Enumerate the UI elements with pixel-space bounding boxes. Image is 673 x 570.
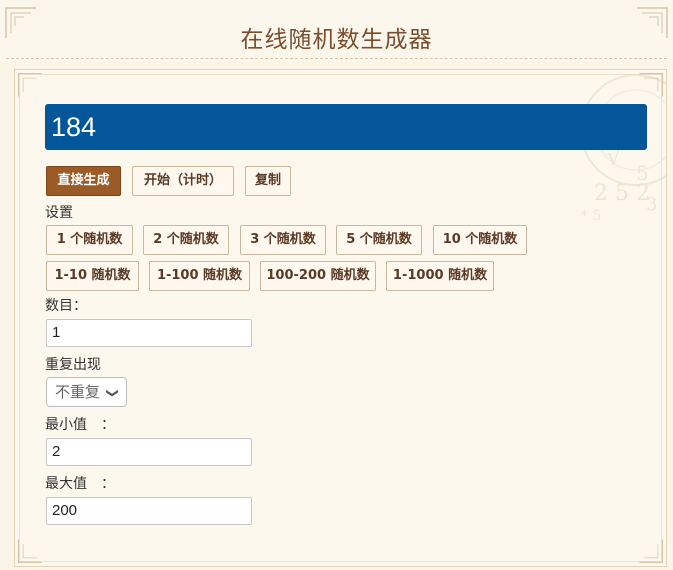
preset-range-1-100-button[interactable]: 1-100 随机数	[149, 261, 250, 291]
copy-button[interactable]: 复制	[245, 166, 291, 196]
preset-count-1-button[interactable]: 1 个随机数	[46, 225, 133, 255]
repeat-select[interactable]: 不重复 ❯	[46, 377, 127, 407]
corner-ornament-icon	[638, 538, 664, 564]
repeat-label: 重复出现	[45, 357, 101, 373]
page: 在线随机数生成器 2 5 2 √ 5 * 5 3 184 直接生成 开始（计时）…	[0, 0, 673, 570]
corner-ornament-icon	[17, 538, 43, 564]
chevron-down-icon: ❯	[105, 387, 120, 399]
min-label: 最小值 ：	[45, 417, 115, 433]
preset-count-5-button[interactable]: 5 个随机数	[336, 225, 422, 255]
corner-ornament-icon	[4, 6, 38, 40]
count-input[interactable]: 1	[46, 319, 252, 347]
header-divider	[6, 58, 667, 59]
start-timer-button[interactable]: 开始（计时）	[132, 166, 234, 196]
result-display: 184	[45, 104, 647, 150]
header: 在线随机数生成器	[0, 0, 673, 62]
corner-ornament-icon	[638, 72, 664, 98]
count-label: 数目：	[45, 298, 87, 314]
min-input[interactable]: 2	[46, 438, 252, 466]
corner-ornament-icon	[17, 72, 43, 98]
preset-count-10-button[interactable]: 10 个随机数	[433, 225, 527, 255]
svg-text:* 5: * 5	[581, 208, 601, 224]
preset-range-100-200-button[interactable]: 100-200 随机数	[260, 261, 376, 291]
preset-range-1-10-button[interactable]: 1-10 随机数	[46, 261, 139, 291]
repeat-select-value: 不重复	[55, 383, 101, 401]
max-label: 最大值 ：	[45, 476, 115, 492]
svg-text:3: 3	[646, 194, 657, 215]
corner-ornament-icon	[635, 6, 669, 40]
preset-count-3-button[interactable]: 3 个随机数	[240, 225, 326, 255]
preset-range-1-1000-button[interactable]: 1-1000 随机数	[386, 261, 494, 291]
page-title: 在线随机数生成器	[240, 27, 433, 53]
preset-count-2-button[interactable]: 2 个随机数	[143, 225, 229, 255]
max-input[interactable]: 200	[46, 497, 252, 525]
direct-generate-button[interactable]: 直接生成	[46, 166, 121, 196]
settings-label: 设置	[45, 205, 73, 221]
svg-text:5: 5	[636, 161, 649, 185]
